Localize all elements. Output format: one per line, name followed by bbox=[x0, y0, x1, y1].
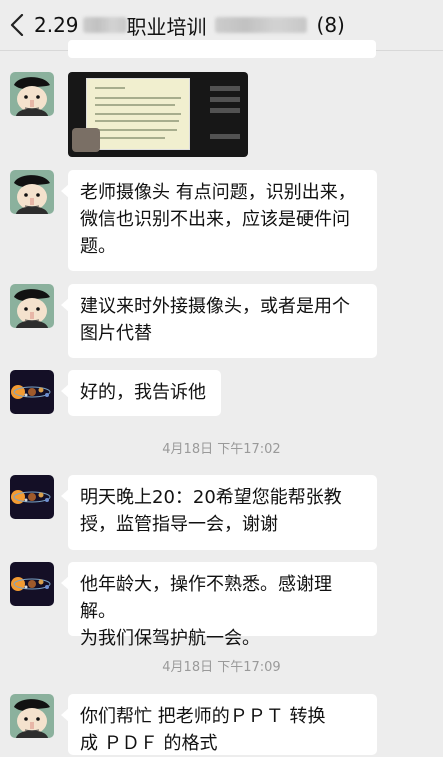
message-text-line: 他年龄大，操作不熟悉。感谢理解。 bbox=[80, 574, 332, 622]
cartoon-avatar-icon bbox=[10, 694, 54, 738]
avatar[interactable] bbox=[10, 370, 54, 414]
message-text-line: 图片代替 bbox=[80, 323, 152, 344]
timestamp: 4月18日 下午17:02 bbox=[162, 442, 281, 457]
avatar[interactable] bbox=[10, 694, 54, 738]
message-text-line: 你们帮忙 把老师的ＰＰＴ 转换 bbox=[80, 706, 326, 727]
cartoon-avatar-icon bbox=[10, 284, 54, 328]
cartoon-avatar-icon bbox=[10, 72, 54, 116]
message-row: 他年龄大，操作不熟悉。感谢理解。 为我们保驾护航一会。 bbox=[0, 562, 443, 649]
message-bubble[interactable]: 你们帮忙 把老师的ＰＰＴ 转换 成 ＰＤＦ 的格式 bbox=[61, 694, 377, 755]
avatar[interactable] bbox=[10, 72, 54, 116]
planet-avatar-icon bbox=[10, 562, 54, 606]
video-thumbnail bbox=[72, 128, 100, 152]
message-text-line: 老师摄像头 有点问题，识别出来， bbox=[80, 182, 356, 203]
message-row: 明天晚上20：20希望您能帮张教 授，监管指导一会，谢谢 bbox=[0, 475, 443, 550]
message-text-line: 建议来时外接摄像头，或者是用个 bbox=[80, 296, 350, 317]
message-text-line: 成 ＰＤＦ 的格式 bbox=[80, 733, 218, 754]
planet-avatar-icon bbox=[10, 370, 54, 414]
message-bubble[interactable]: 好的，我告诉他 bbox=[61, 370, 221, 416]
message-text-line: 微信也识别不出来，应该是硬件问 bbox=[80, 209, 350, 230]
message-bubble[interactable]: 明天晚上20：20希望您能帮张教 授，监管指导一会，谢谢 bbox=[61, 475, 377, 550]
title-middle: 职业培训 bbox=[126, 14, 207, 39]
message-text-line: 授，监管指导一会，谢谢 bbox=[80, 514, 278, 535]
message-row: 你们帮忙 把老师的ＰＰＴ 转换 成 ＰＤＦ 的格式 bbox=[0, 694, 443, 755]
blurred-title-segment bbox=[82, 17, 127, 33]
previous-message-bubble bbox=[68, 40, 376, 58]
message-text-line: 为我们保驾护航一会。 bbox=[80, 628, 260, 649]
avatar[interactable] bbox=[10, 475, 54, 519]
message-row bbox=[0, 72, 443, 162]
avatar[interactable] bbox=[10, 170, 54, 214]
shared-screenshot-image[interactable] bbox=[68, 72, 248, 157]
planet-avatar-icon bbox=[10, 475, 54, 519]
message-bubble[interactable]: 老师摄像头 有点问题，识别出来， 微信也识别不出来，应该是硬件问 题。 bbox=[61, 170, 377, 271]
back-button[interactable] bbox=[0, 0, 34, 50]
message-bubble[interactable]: 他年龄大，操作不熟悉。感谢理解。 为我们保驾护航一会。 bbox=[61, 562, 377, 649]
avatar[interactable] bbox=[10, 284, 54, 328]
avatar[interactable] bbox=[10, 562, 54, 606]
timestamp: 4月18日 下午17:09 bbox=[162, 660, 281, 675]
chat-title[interactable]: 2.29 职业培训 (8) bbox=[34, 11, 345, 40]
message-row: 老师摄像头 有点问题，识别出来， 微信也识别不出来，应该是硬件问 题。 bbox=[0, 170, 443, 271]
member-count: (8) bbox=[316, 13, 345, 37]
message-row: 建议来时外接摄像头，或者是用个 图片代替 bbox=[0, 284, 443, 358]
title-prefix: 2.29 bbox=[34, 13, 79, 37]
blurred-title-segment bbox=[214, 17, 307, 33]
cartoon-avatar-icon bbox=[10, 170, 54, 214]
chevron-left-icon bbox=[10, 14, 24, 36]
message-bubble[interactable]: 建议来时外接摄像头，或者是用个 图片代替 bbox=[61, 284, 377, 358]
message-text-line: 题。 bbox=[80, 236, 116, 257]
message-text-line: 好的，我告诉他 bbox=[80, 382, 206, 403]
slide-preview bbox=[86, 78, 190, 150]
message-text-line: 明天晚上20：20希望您能帮张教 bbox=[80, 487, 342, 508]
message-row: 好的，我告诉他 bbox=[0, 370, 443, 416]
